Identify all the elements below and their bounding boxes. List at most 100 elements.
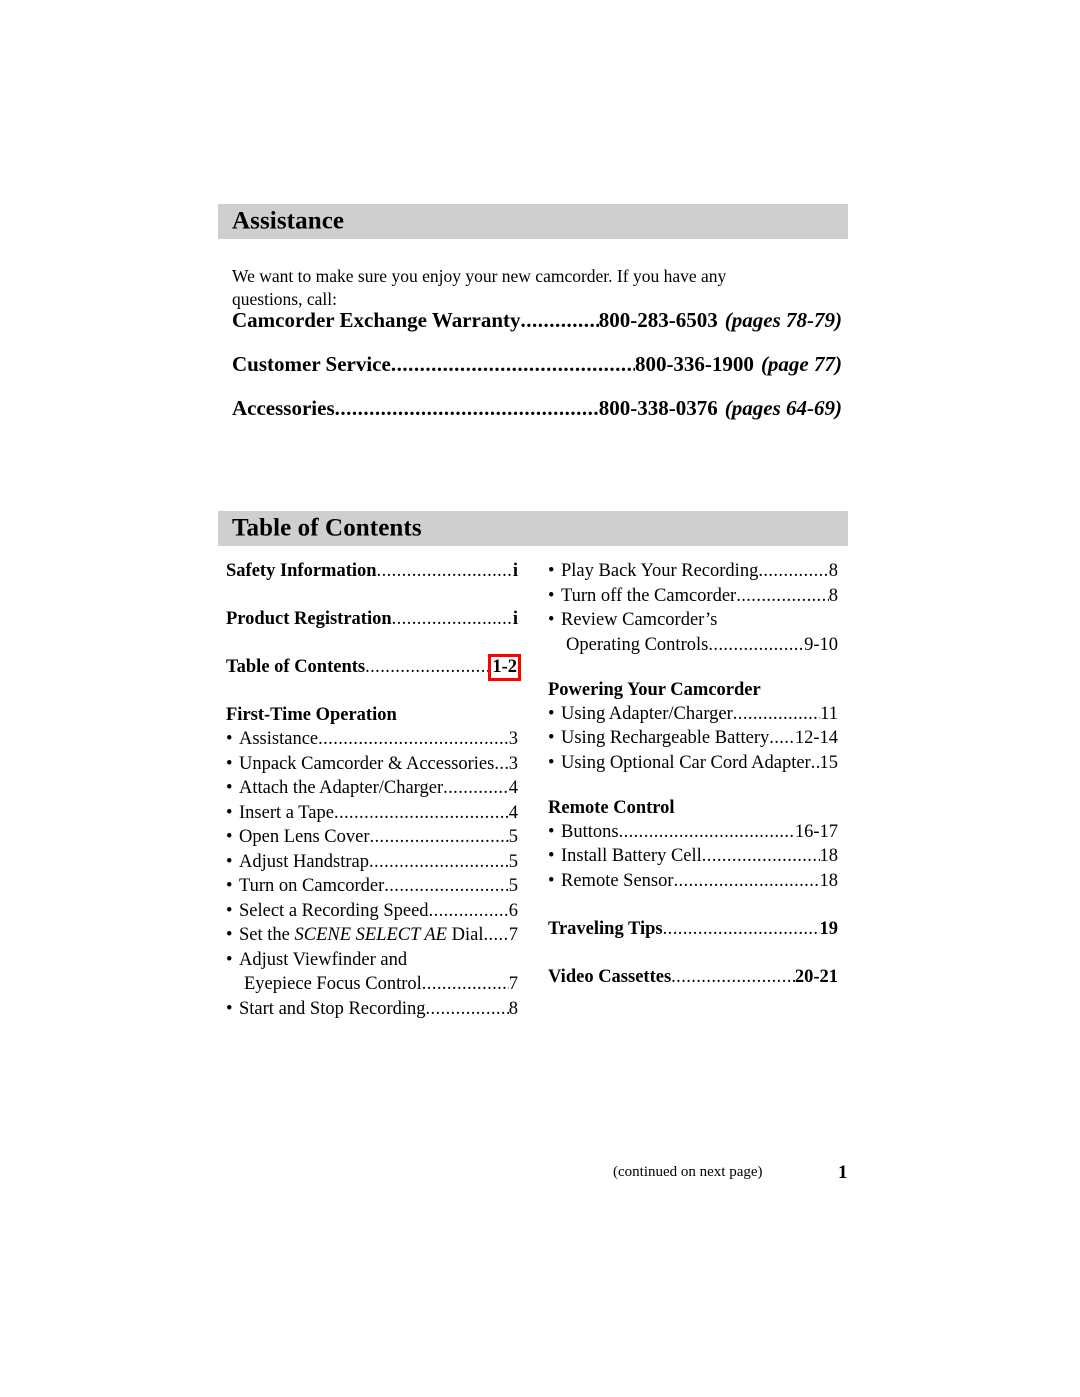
toc-item-page: 11 <box>820 703 838 724</box>
toc-item-page: 8 <box>828 585 838 606</box>
contact-label: Customer Service <box>232 352 391 376</box>
toc-group-powering-your-camcorder: Powering Your Camcorder <box>548 679 761 700</box>
toc-item-play-back-your-recording[interactable]: • Play Back Your Recording .............… <box>548 561 838 582</box>
toc-item-label: Turn off the Camcorder <box>561 585 737 606</box>
leader-dots: ........................................… <box>365 657 491 677</box>
leader-dots: ........................................… <box>662 918 820 939</box>
toc-left-column: Safety Information .....................… <box>226 561 521 1023</box>
contact-number: 800-338-0376 <box>598 396 718 420</box>
toc-entry-safety-information[interactable]: Safety Information .....................… <box>226 561 518 582</box>
contact-line-warranty: Camcorder Exchange Warranty ............… <box>232 308 842 333</box>
toc-item-page: 5 <box>508 827 518 847</box>
toc-item-select-recording-speed[interactable]: • Select a Recording Speed .............… <box>226 901 518 922</box>
toc-item-buttons[interactable]: • Buttons ..............................… <box>548 822 838 843</box>
footer-continued-note: (continued on next page) <box>613 1164 763 1180</box>
toc-item-assistance[interactable]: • Assistance ...........................… <box>226 729 518 750</box>
toc-entry-product-registration[interactable]: Product Registration ...................… <box>226 609 518 630</box>
toc-item-attach-adapter-charger[interactable]: • Attach the Adapter/Charger ...........… <box>226 778 518 799</box>
toc-entry-page: i <box>512 609 518 629</box>
document-page: Assistance We want to make sure you enjo… <box>0 0 1080 1397</box>
toc-item-page: 9-10 <box>804 634 838 655</box>
toc-group-first-time-operation: First-Time Operation <box>226 705 397 725</box>
toc-entry-page-highlighted: 1-2 <box>488 654 521 681</box>
toc-item-eyepiece-focus-control[interactable]: • Eyepiece Focus Control ...............… <box>226 974 518 995</box>
leader-dots: ........................................… <box>425 998 509 1019</box>
toc-item-adjust-viewfinder[interactable]: • Adjust Viewfinder and <box>226 950 518 971</box>
toc-item-label: Adjust Viewfinder and <box>239 949 408 970</box>
toc-entry-table-of-contents[interactable]: Table of Contents ......................… <box>226 654 521 681</box>
leader-dots: ........................................… <box>443 778 509 798</box>
toc-item-insert-a-tape[interactable]: • Insert a Tape ........................… <box>226 803 518 824</box>
toc-item-label-post: Dial <box>446 925 484 945</box>
toc-item-label: Insert a Tape <box>239 802 334 823</box>
toc-item-page: 18 <box>819 870 839 891</box>
toc-entry-label: Safety Information <box>226 561 377 581</box>
toc-item-open-lens-cover[interactable]: • Open Lens Cover ......................… <box>226 827 518 848</box>
contact-pages: (pages 78-79) <box>724 308 842 332</box>
toc-item-set-scene-select-ae-dial[interactable]: • Set the SCENE SELECT AE Dial ...... 7 <box>226 925 518 946</box>
toc-item-label: Using Adapter/Charger <box>561 703 733 724</box>
toc-item-unpack-camcorder[interactable]: • Unpack Camcorder & Accessories .... 3 <box>226 754 518 775</box>
toc-right-column: • Play Back Your Recording .............… <box>548 561 838 1015</box>
toc-item-label: Review Camcorder’s <box>561 610 718 630</box>
toc-item-label: Turn on Camcorder <box>239 876 385 896</box>
toc-item-page: 3 <box>508 753 518 774</box>
toc-item-turn-on-camcorder[interactable]: • Turn on Camcorder ....................… <box>226 876 518 897</box>
toc-item-label: Adjust Handstrap <box>239 851 369 872</box>
leader-dots: ... <box>810 752 820 773</box>
toc-entry-page: 20-21 <box>794 966 838 987</box>
toc-item-label: Eyepiece Focus Control <box>244 974 422 994</box>
toc-heading: Table of Contents <box>232 513 422 541</box>
contact-line-accessories: Accessories ............................… <box>232 396 842 421</box>
bullet-icon: • <box>548 703 555 724</box>
toc-item-install-battery-cell[interactable]: • Install Battery Cell .................… <box>548 846 838 867</box>
toc-entry-label: Table of Contents <box>226 657 366 677</box>
bullet-icon: • <box>226 949 233 970</box>
toc-entry-label: Product Registration <box>226 609 392 629</box>
toc-item-label: Using Rechargeable Battery <box>561 728 770 748</box>
toc-item-label: Buttons <box>561 821 619 842</box>
bullet-icon: • <box>226 925 233 945</box>
bullet-icon: • <box>226 802 233 823</box>
page-number: 1 <box>838 1162 848 1183</box>
toc-entry-traveling-tips[interactable]: Traveling Tips .........................… <box>548 919 838 940</box>
toc-entry-video-cassettes[interactable]: Video Cassettes ........................… <box>548 967 838 988</box>
leader-dots: ........................................… <box>732 703 820 724</box>
toc-item-adjust-handstrap[interactable]: • Adjust Handstrap .....................… <box>226 852 518 873</box>
bullet-icon: • <box>226 729 233 749</box>
leader-dots: ........................................… <box>673 870 820 891</box>
leader-dots: ........................................… <box>390 352 635 376</box>
toc-item-review-camcorders[interactable]: • Review Camcorder’s <box>548 610 838 631</box>
toc-item-label: Remote Sensor <box>561 870 674 891</box>
toc-item-operating-controls[interactable]: • Operating Controls ...................… <box>548 635 838 656</box>
leader-dots: ........................................… <box>318 729 509 749</box>
toc-item-label: Set the SCENE SELECT AE Dial <box>239 925 483 946</box>
toc-item-remote-sensor[interactable]: • Remote Sensor ........................… <box>548 871 838 892</box>
bullet-icon: • <box>226 851 233 872</box>
toc-item-page: 7 <box>508 974 518 994</box>
toc-entry-label: Video Cassettes <box>548 966 672 987</box>
leader-dots: ...... <box>483 925 509 945</box>
leader-dots: .... <box>494 753 508 774</box>
bullet-icon: • <box>226 827 233 847</box>
bullet-icon: • <box>226 998 233 1019</box>
toc-item-turn-off-the-camcorder[interactable]: • Turn off the Camcorder ...............… <box>548 586 838 607</box>
toc-item-page: 4 <box>508 778 518 798</box>
toc-item-start-and-stop-recording[interactable]: • Start and Stop Recording .............… <box>226 999 518 1020</box>
toc-item-page: 16-17 <box>794 821 838 842</box>
bullet-icon: • <box>226 753 233 774</box>
leader-dots: ........................................… <box>671 966 795 987</box>
toc-item-page: 15 <box>819 752 839 773</box>
leader-dots: ........................................… <box>618 821 795 842</box>
contact-line-customer-service: Customer Service .......................… <box>232 352 842 377</box>
leader-dots: ........................................… <box>701 846 820 866</box>
toc-item-using-rechargeable-battery[interactable]: • Using Rechargeable Battery ....... 12-… <box>548 728 838 749</box>
bullet-icon: • <box>548 870 555 891</box>
bullet-icon: • <box>548 752 555 773</box>
toc-item-using-adapter-charger[interactable]: • Using Adapter/Charger ................… <box>548 704 838 725</box>
toc-item-using-optional-car-cord-adapter[interactable]: • Using Optional Car Cord Adapter ... 15 <box>548 753 838 774</box>
leader-dots: ........................................… <box>391 609 513 629</box>
toc-item-page: 7 <box>508 925 518 945</box>
toc-item-page: 3 <box>508 729 518 749</box>
toc-item-page: 6 <box>508 900 518 921</box>
